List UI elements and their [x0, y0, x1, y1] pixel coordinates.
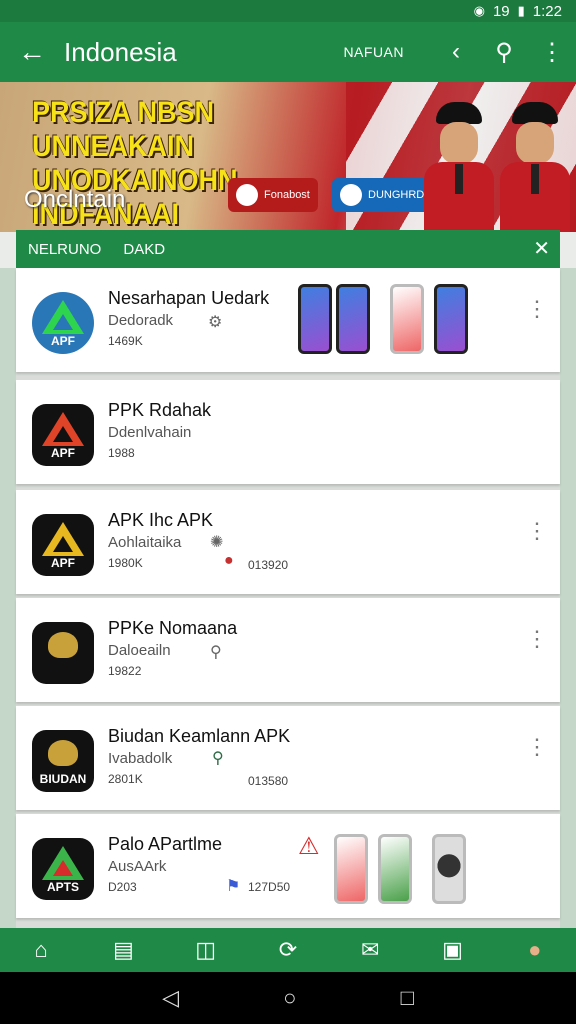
app-size: 19822 [108, 664, 142, 678]
list-item[interactable]: APTS Palo APartlme AusAArk D203 ⚑ 127D50… [16, 814, 560, 918]
screenshot-thumbnail [432, 834, 466, 904]
more-vert-icon[interactable]: ⋮ [526, 298, 548, 320]
screenshot-thumbnail [390, 284, 424, 354]
tab-dakd[interactable]: DAKD [123, 241, 165, 258]
sheet-header: NELRUNO DAKD ✕ [16, 230, 560, 268]
page-title: Indonesia [64, 36, 177, 67]
app-size: 1980K [108, 556, 143, 570]
chevron-left-icon[interactable]: ‹ [432, 38, 480, 66]
home-circle-icon[interactable]: ○ [283, 985, 296, 1011]
hero-chip-red-label: Fonabost [264, 189, 310, 201]
screenshot-thumbnail [336, 284, 370, 354]
app-list: APF Nesarhapan Uedark Dedoradk 1469K ⚙ ⋮… [16, 268, 560, 928]
rating-count: 013580 [248, 774, 289, 788]
app-developer: Aohlaitaika [108, 534, 182, 551]
inbox-icon[interactable]: ✉ [346, 937, 394, 963]
rating-count: 127D50 [248, 880, 291, 894]
wifi-icon: ◉ [473, 3, 485, 18]
screenshot-thumbnail [434, 284, 468, 354]
app-name: PPK Rdahak [108, 400, 212, 420]
list-item[interactable]: PPKe Nomaana Daloeailn 19822 ⚲ ⋮ [16, 598, 560, 702]
app-icon-label: APF [51, 556, 75, 570]
app-developer: Ddenlvahain [108, 424, 192, 441]
app-name: Biudan Keamlann APK [108, 726, 291, 746]
app-icon: APF [32, 404, 94, 466]
person-icon[interactable]: ● [511, 937, 559, 963]
garuda-icon [48, 632, 78, 658]
list-item[interactable]: BIUDAN Biudan Keamlann APK Ivabadolk 280… [16, 706, 560, 810]
bottom-navigation: ⌂ ▤ ◫ ⟳ ✉ ▣ ● [0, 928, 576, 972]
shield-icon [340, 184, 362, 206]
app-size: D203 [108, 880, 137, 894]
brand-logo-icon [236, 184, 258, 206]
app-name: PPKe Nomaana [108, 618, 238, 638]
refresh-icon[interactable]: ⟳ [264, 937, 312, 963]
spiral-icon: ✺ [210, 534, 224, 551]
hero-person-image [424, 102, 494, 232]
screenshot-thumbnail [334, 834, 368, 904]
app-icon: BIUDAN [32, 730, 94, 792]
background-edge [0, 268, 16, 928]
app-icon [32, 622, 94, 684]
back-triangle-icon[interactable]: ◁ [162, 985, 179, 1011]
bookmark-icon[interactable]: ▣ [429, 937, 477, 963]
chat-icon[interactable]: ▤ [99, 937, 147, 963]
flag-icon: ⚑ [226, 878, 241, 895]
hero-subtitle: Onclntain [24, 186, 126, 213]
list-item[interactable]: APF Nesarhapan Uedark Dedoradk 1469K ⚙ ⋮ [16, 268, 560, 372]
app-size: 2801K [108, 772, 143, 786]
app-icon-label: APF [51, 446, 75, 460]
more-vert-icon[interactable]: ⋮ [526, 736, 548, 758]
system-navigation: ◁ ○ □ [0, 972, 576, 1024]
status-bar: ◉ 19 ▮ 1:22 [0, 0, 576, 22]
app-icon-label: APTS [46, 880, 79, 894]
app-name: APK Ihc APK [108, 510, 214, 530]
hero-banner[interactable]: PRSIZA NBSN UNNEAKAIN UNODKAINOHN INDFAN… [0, 82, 576, 232]
background-edge [560, 268, 576, 928]
tab-nelruno[interactable]: NELRUNO [28, 241, 101, 258]
filter-button[interactable]: NAFUAN [343, 44, 404, 60]
app-name: Nesarhapan Uedark [108, 288, 270, 308]
more-vert-icon[interactable]: ⋮ [526, 520, 548, 542]
app-developer: AusAArk [108, 858, 167, 875]
home-icon[interactable]: ⌂ [17, 937, 65, 963]
warning-icon: ⚠ [298, 833, 320, 860]
app-screen: ◉ 19 ▮ 1:22 ← Indonesia NAFUAN ‹ ⚲ ⋮ PRS… [0, 0, 576, 1024]
app-icon-label: APF [51, 334, 75, 348]
app-bar: ← Indonesia NAFUAN ‹ ⚲ ⋮ [0, 22, 576, 82]
list-item[interactable]: APF PPK Rdahak Ddenlvahain 1988 [16, 380, 560, 484]
garuda-icon [48, 740, 78, 766]
clock: 1:22 [532, 2, 562, 20]
store-icon[interactable]: ◫ [182, 937, 230, 963]
rating-count: 013920 [248, 558, 289, 572]
app-developer: Dedoradk [108, 312, 174, 329]
hero-person-image [500, 102, 570, 232]
hero-chip-red[interactable]: Fonabost [228, 178, 318, 212]
app-size: 1469K [108, 334, 143, 348]
app-icon: APF [32, 514, 94, 576]
app-developer: Daloeailn [108, 642, 171, 659]
screenshot-thumbnail [378, 834, 412, 904]
download-icon: ⚙ [208, 314, 223, 331]
app-size: 1988 [108, 446, 135, 460]
hero-headline-line1: PRSIZA NBSN UNNEAKAIN [32, 96, 215, 163]
badge-icon: ● [224, 552, 234, 569]
arrow-left-icon[interactable]: ← [0, 36, 64, 68]
search-icon[interactable]: ⚲ [480, 38, 528, 67]
app-name: Palo APartlme [108, 834, 223, 854]
app-icon: APF [32, 292, 94, 354]
close-icon[interactable]: ✕ [533, 236, 550, 261]
list-item[interactable]: APF APK Ihc APK Aohlaitaika 1980K ✺ ● 01… [16, 490, 560, 594]
battery-icon: ▮ [517, 3, 525, 18]
search-icon: ⚲ [212, 750, 224, 767]
more-vert-icon[interactable]: ⋮ [526, 628, 548, 650]
recents-square-icon[interactable]: □ [401, 985, 414, 1011]
signal-indicator: 19 [492, 2, 510, 20]
app-developer: Ivabadolk [108, 750, 173, 767]
key-icon: ⚲ [210, 644, 222, 661]
more-vert-icon[interactable]: ⋮ [528, 38, 576, 67]
screenshot-thumbnail [298, 284, 332, 354]
app-icon: APTS [32, 838, 94, 900]
app-icon-label: BIUDAN [39, 772, 87, 786]
